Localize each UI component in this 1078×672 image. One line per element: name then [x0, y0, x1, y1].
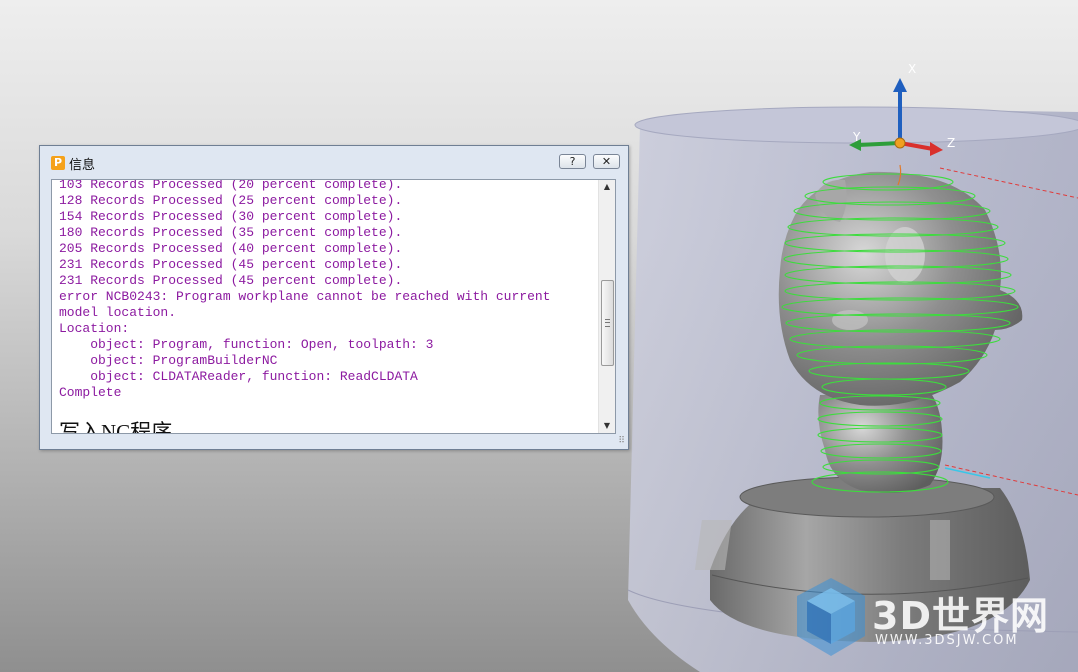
- log-line: Location:: [59, 321, 130, 336]
- scroll-thumb[interactable]: [601, 280, 614, 366]
- x-axis-head: [893, 78, 907, 92]
- log-line: 231 Records Processed (45 percent comple…: [59, 257, 403, 272]
- help-button[interactable]: ?: [559, 154, 586, 169]
- log-line: 180 Records Processed (35 percent comple…: [59, 225, 403, 240]
- log-line: 231 Records Processed (45 percent comple…: [59, 273, 403, 288]
- y-axis-label: Y: [852, 130, 861, 144]
- log-line: 128 Records Processed (25 percent comple…: [59, 193, 403, 208]
- scroll-down-arrow-icon[interactable]: ▼: [599, 419, 615, 433]
- log-line: object: Program, function: Open, toolpat…: [59, 337, 434, 352]
- z-axis-label: Z: [947, 136, 955, 150]
- error-line: error NCB0243: Program workplane cannot …: [59, 289, 551, 304]
- write-nc-program-line: 写入NC程序: [59, 420, 173, 434]
- error-line: model location.: [59, 305, 177, 320]
- watermark-cube-icon: [797, 578, 865, 656]
- log-line: 103 Records Processed (20 percent comple…: [59, 179, 403, 192]
- dialog-titlebar[interactable]: P 信息 ? ✕: [40, 146, 628, 178]
- grip-icon: [605, 319, 610, 327]
- log-line: object: ProgramBuilderNC: [59, 353, 278, 368]
- info-dialog[interactable]: P 信息 ? ✕ 103 Records Processed (20 perce…: [39, 145, 629, 450]
- log-text: 103 Records Processed (20 percent comple…: [59, 179, 551, 401]
- vertical-scrollbar[interactable]: ▲ ▼: [598, 180, 615, 433]
- y-axis-arrow: [857, 141, 901, 147]
- log-line: 154 Records Processed (30 percent comple…: [59, 209, 403, 224]
- log-line: 205 Records Processed (40 percent comple…: [59, 241, 403, 256]
- dialog-title: 信息: [69, 158, 96, 173]
- close-button[interactable]: ✕: [593, 154, 620, 169]
- resize-grip-icon[interactable]: ⠿: [618, 436, 625, 446]
- scroll-up-arrow-icon[interactable]: ▲: [599, 180, 615, 194]
- watermark-name: 3D世界网: [872, 594, 1049, 638]
- axis-origin: [894, 137, 906, 149]
- log-line: Complete: [59, 385, 122, 400]
- x-axis-label: X: [908, 62, 916, 76]
- message-log-area[interactable]: 103 Records Processed (20 percent comple…: [51, 179, 616, 434]
- watermark-url: WWW.3DSJW.COM: [875, 633, 1019, 648]
- app-icon: P: [51, 156, 65, 170]
- log-line: object: CLDATAReader, function: ReadCLDA…: [59, 369, 418, 384]
